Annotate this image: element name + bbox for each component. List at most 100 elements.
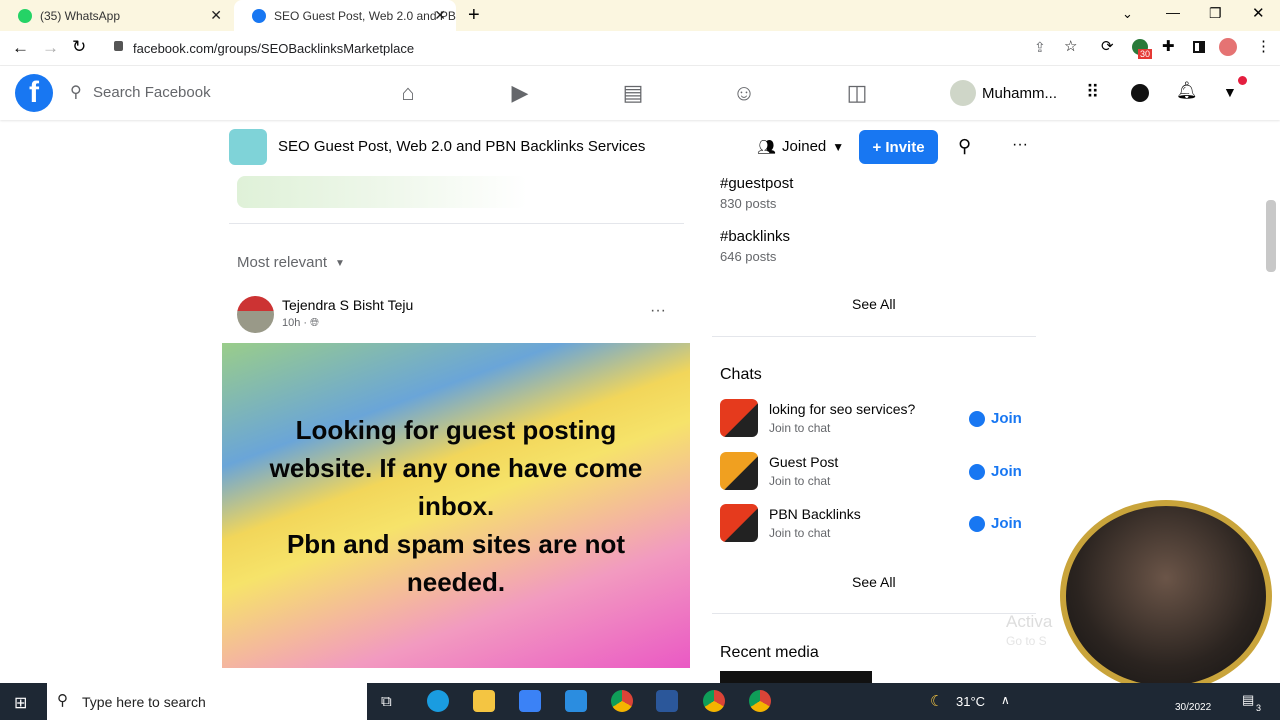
windows-taskbar: ⊞ ⚲ Type here to search ⧉ ☾ 31°C ∧ 30/20… — [0, 683, 1280, 720]
page-scrollbar-thumb[interactable] — [1266, 200, 1276, 272]
post-image-text: Pbn and spam sites are not needed. — [286, 528, 626, 597]
divider — [229, 223, 684, 224]
tab-facebook-group[interactable]: SEO Guest Post, Web 2.0 and PB ✕ — [234, 0, 456, 31]
chrome-icon[interactable] — [611, 690, 633, 712]
file-explorer-icon[interactable] — [473, 690, 495, 712]
taskbar-date[interactable]: 30/2022 — [1175, 702, 1211, 713]
whatsapp-icon — [18, 8, 32, 23]
chat-item[interactable]: Guest Post Join to chat Join — [720, 452, 1030, 492]
join-chat-button[interactable]: Join — [969, 463, 1022, 480]
back-button[interactable]: ← — [12, 38, 29, 58]
hashtag-link[interactable]: #backlinks — [720, 228, 790, 245]
extensions-puzzle-icon[interactable]: ✚ — [1162, 37, 1175, 55]
close-tab-icon[interactable]: ✕ — [434, 7, 446, 24]
account-dropdown-icon[interactable]: ▼ — [1223, 84, 1237, 100]
search-icon: ⚲ — [57, 692, 68, 709]
url-field[interactable]: facebook.com/groups/SEOBacklinksMarketpl… — [133, 41, 414, 56]
activation-watermark: Activa — [1006, 612, 1053, 631]
media-thumbnail[interactable] — [720, 671, 872, 683]
chat-subtitle: Join to chat — [769, 526, 831, 540]
reload-button[interactable]: ↻ — [72, 37, 86, 57]
task-view-icon[interactable]: ⧉ — [381, 693, 392, 710]
activation-watermark-sub: Go to S — [1006, 634, 1047, 648]
tray-chevron-icon[interactable]: ∧ — [1001, 693, 1010, 707]
messenger-bubble-icon — [969, 515, 985, 532]
bookmark-star-icon[interactable]: ☆ — [1064, 37, 1077, 55]
post-author[interactable]: Tejendra S Bisht Teju — [282, 297, 413, 313]
side-panel-icon[interactable] — [1193, 41, 1205, 53]
divider — [712, 336, 1036, 337]
invite-button[interactable]: + Invite — [859, 130, 938, 164]
sort-label: Most relevant — [237, 254, 328, 271]
joined-button[interactable]: 👥︎ Joined ▼ — [757, 138, 844, 156]
hashtags-see-all[interactable]: See All — [852, 296, 896, 312]
tab-search-icon[interactable]: ⌄ — [1122, 6, 1133, 22]
mail-icon[interactable] — [565, 690, 587, 712]
notifications-bell-icon[interactable]: 🔔︎ — [1176, 81, 1198, 101]
lock-icon — [114, 41, 123, 51]
store-icon[interactable] — [519, 690, 541, 712]
groups-icon[interactable]: ☺ — [731, 80, 757, 106]
chat-item[interactable]: loking for seo services? Join to chat Jo… — [720, 399, 1030, 439]
facebook-icon — [252, 8, 266, 23]
watch-video-icon[interactable]: ▶ — [507, 80, 533, 106]
messenger-bubble-icon — [969, 410, 985, 427]
chats-see-all[interactable]: See All — [852, 574, 896, 590]
messenger-icon[interactable] — [1131, 84, 1149, 102]
gaming-icon[interactable]: ◫ — [844, 80, 870, 106]
user-name-link[interactable]: Muhamm... — [982, 85, 1057, 102]
chrome-profile-icon[interactable] — [749, 690, 771, 712]
post-image[interactable]: Looking for guest posting website. If an… — [222, 343, 690, 668]
facebook-logo[interactable]: f — [15, 74, 53, 112]
menu-grid-icon[interactable]: ⠿ — [1086, 82, 1099, 103]
hashtag-link[interactable]: #guestpost — [720, 175, 793, 192]
join-chat-button[interactable]: Join — [969, 410, 1022, 427]
close-window-button[interactable]: ✕ — [1252, 4, 1265, 22]
user-avatar[interactable] — [950, 80, 976, 106]
tab-whatsapp[interactable]: (35) WhatsApp ✕ — [0, 0, 232, 31]
globe-icon: 🌐︎ — [310, 317, 319, 329]
sort-dropdown[interactable]: Most relevant ▼ — [237, 254, 345, 271]
edge-icon[interactable] — [427, 690, 449, 712]
notification-center-icon[interactable]: ▤ — [1242, 692, 1254, 708]
more-options-icon[interactable]: ··· — [1012, 136, 1028, 154]
post-options-icon[interactable]: ··· — [650, 302, 666, 320]
join-label: Join — [991, 463, 1022, 480]
messenger-bubble-icon — [969, 463, 985, 480]
group-avatar[interactable] — [229, 129, 267, 165]
word-icon[interactable] — [656, 690, 678, 712]
chrome-profile-icon[interactable] — [703, 690, 725, 712]
address-bar-row: ← → ↻ facebook.com/groups/SEOBacklinksMa… — [0, 31, 1280, 66]
taskbar-search-box[interactable]: ⚲ Type here to search — [47, 683, 367, 720]
post-time[interactable]: 10h · — [282, 317, 307, 329]
browser-tab-bar: (35) WhatsApp ✕ SEO Guest Post, Web 2.0 … — [0, 0, 1280, 31]
chat-item[interactable]: PBN Backlinks Join to chat Join — [720, 504, 1030, 544]
chat-thumbnail — [720, 504, 758, 542]
close-tab-icon[interactable]: ✕ — [210, 7, 222, 24]
forward-button[interactable]: → — [42, 38, 59, 58]
chats-heading: Chats — [720, 366, 762, 383]
chat-name: Guest Post — [769, 454, 839, 470]
new-tab-button[interactable]: + — [468, 4, 480, 27]
sync-extension-icon[interactable]: ⟳ — [1101, 37, 1114, 55]
minimize-button[interactable]: — — [1166, 4, 1180, 20]
facebook-header: f ⚲ Search Facebook ⌂ ▶ ▤ ☺ ◫ Muhamm... … — [0, 66, 1280, 120]
weather-temp[interactable]: 31°C — [956, 694, 985, 709]
join-label: Join — [991, 515, 1022, 532]
profile-avatar[interactable] — [1219, 38, 1237, 56]
group-title[interactable]: SEO Guest Post, Web 2.0 and PBN Backlink… — [278, 138, 645, 155]
share-icon[interactable]: ⇪ — [1034, 39, 1046, 56]
group-search-icon[interactable]: ⚲ — [958, 136, 971, 157]
home-icon[interactable]: ⌂ — [395, 80, 421, 106]
webcam-overlay — [1060, 500, 1272, 692]
notification-dot — [1238, 76, 1247, 85]
marketplace-icon[interactable]: ▤ — [620, 80, 646, 106]
browser-menu-icon[interactable]: ⋮ — [1256, 37, 1271, 55]
restore-button[interactable]: ❐ — [1209, 5, 1222, 22]
join-chat-button[interactable]: Join — [969, 515, 1022, 532]
search-input[interactable]: Search Facebook — [93, 84, 211, 101]
join-label: Join — [991, 410, 1022, 427]
chat-name: PBN Backlinks — [769, 506, 861, 522]
author-avatar[interactable] — [237, 296, 274, 333]
windows-start-icon[interactable]: ⊞ — [14, 693, 27, 713]
